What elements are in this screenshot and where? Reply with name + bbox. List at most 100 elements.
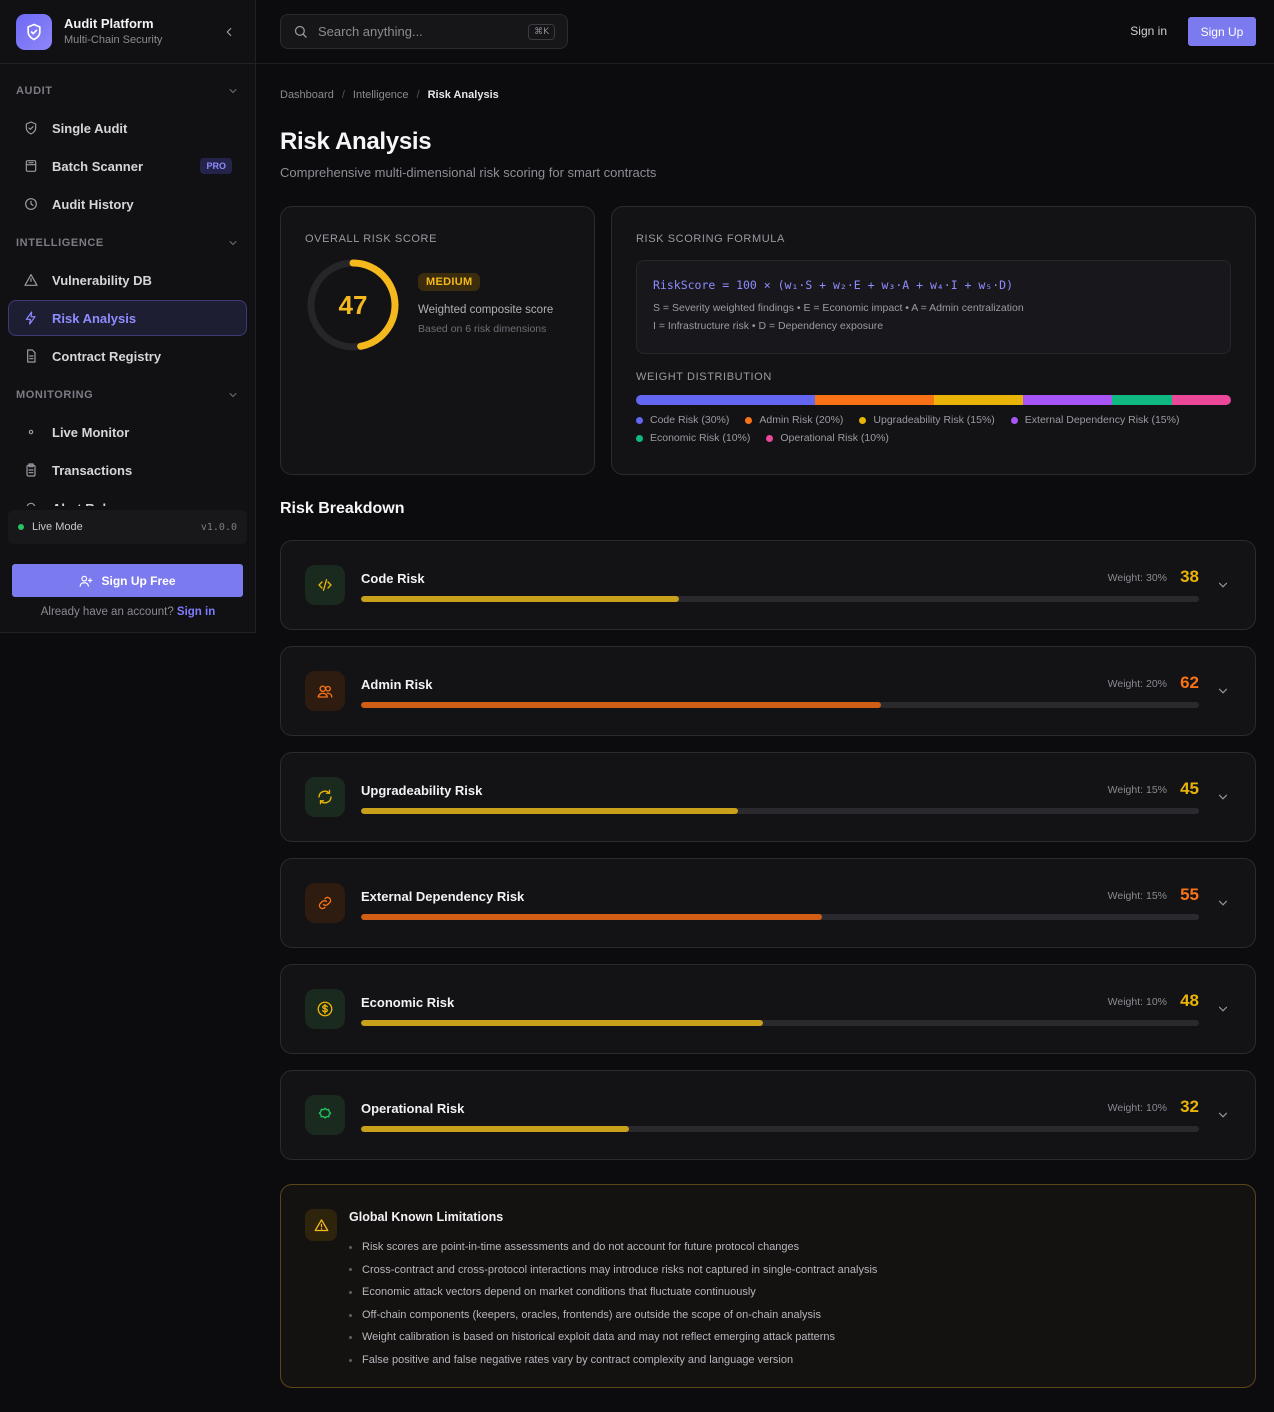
risk-score-value: 47 (338, 289, 368, 320)
formula-legend-line-2: I = Infrastructure risk • D = Dependency… (653, 320, 884, 332)
risk-score: 62 (1180, 673, 1199, 692)
limitation-item: False positive and false negative rates … (349, 1349, 877, 1372)
chevron-down-icon[interactable] (1215, 1001, 1231, 1017)
weight-legend-item: Upgradeability Risk (15%) (859, 414, 995, 426)
risk-progress-track (361, 808, 1199, 814)
version-label: v1.0.0 (200, 521, 237, 533)
code-icon (305, 565, 345, 605)
sidebar-item-label: Risk Analysis (52, 310, 137, 326)
risk-row-external-dependency-risk[interactable]: External Dependency Risk Weight: 15% 55 (280, 858, 1256, 948)
chevron-down-icon[interactable] (1215, 683, 1231, 699)
sign-up-button[interactable]: Sign Up (1188, 17, 1256, 46)
limitation-item: Weight calibration is based on historica… (349, 1326, 877, 1349)
risk-progress-fill (361, 702, 881, 708)
sidebar-item-audit-history[interactable]: Audit History (8, 186, 247, 222)
risk-progress-fill (361, 596, 680, 602)
risk-row-code-risk[interactable]: Code Risk Weight: 30% 38 (280, 540, 1256, 630)
chevron-down-icon (229, 393, 237, 398)
sidebar-item-batch-scanner[interactable]: Batch Scanner PRO (8, 148, 247, 184)
risk-progress-fill (361, 1126, 630, 1132)
legend-dot (745, 416, 753, 424)
score-description: Weighted composite score (418, 304, 554, 316)
formula-legend-line-1: S = Severity weighted findings • E = Eco… (653, 302, 1024, 314)
risk-row-admin-risk[interactable]: Admin Risk Weight: 20% 62 (280, 646, 1256, 736)
sidebar-item-vulnerability-db[interactable]: Vulnerability DB (8, 262, 247, 298)
warning-triangle-icon (305, 1209, 337, 1241)
page-title: Risk Analysis (280, 128, 432, 155)
risk-row-upgradeability-risk[interactable]: Upgradeability Risk Weight: 15% 45 (280, 752, 1256, 842)
users-icon (305, 671, 345, 711)
risk-progress-track (361, 1126, 1199, 1132)
risk-scoring-formula-card: RISK SCORING FORMULA RiskScore = 100 × (… (611, 206, 1256, 475)
risk-progress-track (361, 702, 1199, 708)
risk-row-economic-risk[interactable]: Economic Risk Weight: 10% 48 (280, 964, 1256, 1054)
legend-label: Admin Risk (20%) (759, 414, 844, 426)
sidebar-item-alert-rules[interactable]: Alert Rules (8, 490, 247, 506)
risk-score: 38 (1180, 567, 1199, 586)
sidebar-item-label: Contract Registry (52, 348, 162, 364)
risk-score: 32 (1180, 1097, 1199, 1116)
sidebar-item-transactions[interactable]: Transactions (8, 452, 247, 488)
risk-progress-track (361, 914, 1199, 920)
risk-weight: Weight: 15% (1107, 890, 1167, 902)
refresh-icon (305, 777, 345, 817)
legend-dot (636, 416, 643, 424)
weight-legend: Code Risk (30%) Admin Risk (20%) Upgradeab… (636, 414, 1236, 444)
chevron-down-icon[interactable] (1215, 789, 1231, 805)
sidebar-item-contract-registry[interactable]: Contract Registry (8, 338, 247, 374)
sidebar-item-label: Alert Rules (52, 501, 232, 507)
settings-icon (305, 1095, 345, 1135)
sidebar-section-audit[interactable]: AUDIT (0, 72, 255, 110)
legend-dot (859, 416, 867, 424)
risk-name: Upgradeability Risk (361, 783, 483, 798)
limitation-item: Economic attack vectors depend on market… (349, 1281, 877, 1304)
risk-name: Operational Risk (361, 1101, 465, 1116)
sign-up-free-button[interactable]: Sign Up Free (12, 564, 243, 597)
known-limitations-card: Global Known Limitations Risk scores are… (280, 1184, 1256, 1388)
chevron-down-icon[interactable] (1215, 577, 1231, 593)
sign-up-free-label: Sign Up Free (101, 573, 176, 588)
sign-in-button[interactable]: Sign in (1130, 24, 1167, 38)
dot-icon (23, 424, 39, 440)
search-shortcut: ⌘K (528, 23, 555, 40)
sidebar-section-label: AUDIT (16, 85, 53, 97)
live-status-dot (18, 524, 24, 530)
chevron-down-icon[interactable] (1215, 895, 1231, 911)
weight-segment (1112, 395, 1172, 405)
breadcrumb-dashboard[interactable]: Dashboard (280, 89, 334, 101)
sidebar-item-single-audit[interactable]: Single Audit (8, 110, 247, 146)
risk-row-operational-risk[interactable]: Operational Risk Weight: 10% 32 (280, 1070, 1256, 1160)
sidebar-section-label: MONITORING (16, 389, 94, 401)
bell-icon (23, 500, 39, 506)
legend-label: External Dependency Risk (15%) (1024, 414, 1180, 426)
risk-name: Economic Risk (361, 995, 455, 1010)
sidebar-item-label: Batch Scanner (52, 158, 144, 174)
limitations-list: Risk scores are point-in-time assessment… (349, 1236, 877, 1372)
breadcrumb-intelligence[interactable]: Intelligence (353, 89, 409, 101)
risk-level-badge: MEDIUM (418, 273, 481, 291)
sidebar-section-intelligence[interactable]: INTELLIGENCE (0, 224, 255, 262)
sidebar-item-live-monitor[interactable]: Live Monitor (8, 414, 247, 450)
risk-weight: Weight: 20% (1107, 678, 1167, 690)
sidebar-item-label: Live Monitor (52, 424, 130, 440)
live-mode-label: Live Mode (32, 521, 83, 533)
overall-risk-score-card: OVERALL RISK SCORE 47 MEDIUM Weighted co… (280, 206, 595, 475)
account-prompt-text: Already have an account? (40, 606, 174, 618)
sidebar-item-risk-analysis[interactable]: Risk Analysis (8, 300, 247, 336)
risk-score: 48 (1180, 991, 1199, 1010)
risk-weight: Weight: 10% (1107, 996, 1167, 1008)
sidebar-section-monitoring[interactable]: MONITORING (0, 376, 255, 414)
legend-label: Code Risk (30%) (650, 414, 730, 426)
weight-legend-item: External Dependency Risk (15%) (1010, 414, 1180, 426)
collapse-sidebar-button[interactable] (219, 22, 239, 42)
search-icon (294, 25, 307, 38)
sidebar-sign-in-link[interactable]: Sign in (177, 606, 215, 618)
sidebar-section-label: INTELLIGENCE (16, 237, 104, 249)
risk-weight: Weight: 10% (1107, 1102, 1167, 1114)
weight-distribution-label: WEIGHT DISTRIBUTION (636, 371, 772, 383)
risk-progress-track (361, 596, 1199, 602)
chevron-down-icon[interactable] (1215, 1107, 1231, 1123)
breadcrumb-separator: / (341, 89, 345, 101)
weight-segment (1171, 395, 1231, 405)
search-input[interactable]: Search anything... ⌘K (280, 14, 568, 49)
